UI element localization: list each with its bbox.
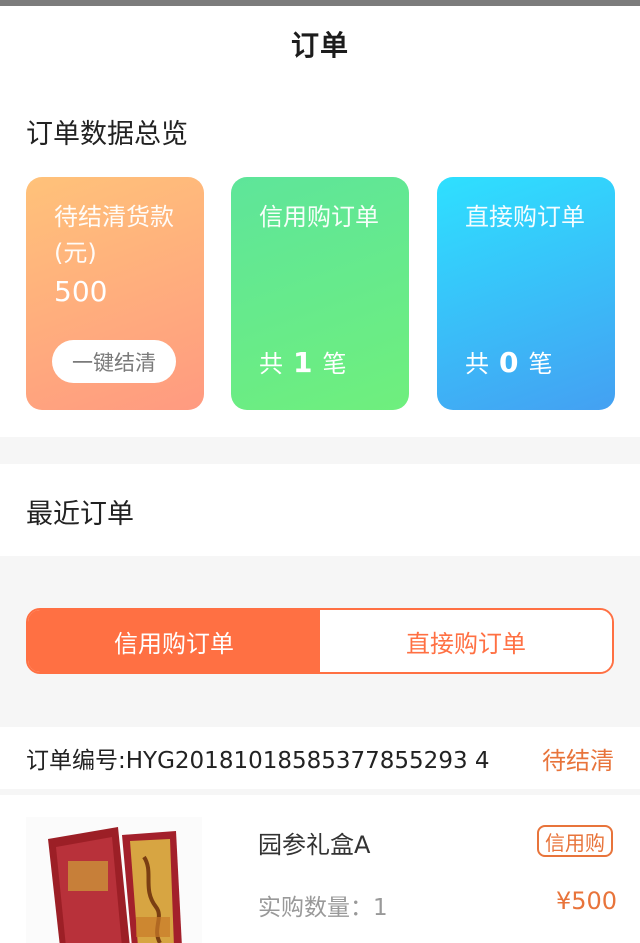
count-suffix: 笔	[322, 350, 347, 378]
top-bar: 订单	[0, 6, 640, 82]
order-overview-section: 订单数据总览 待结清货款 (元) 500 一键结清 信用购订单 共 1 笔 直接…	[0, 82, 640, 437]
direct-orders-count: 0	[499, 346, 519, 379]
credit-orders-count-row: 共 1 笔	[259, 344, 346, 379]
direct-orders-card[interactable]: 直接购订单 共 0 笔	[437, 177, 615, 410]
settle-all-button[interactable]: 一键结清	[52, 340, 176, 383]
recent-orders-header: 最近订单	[0, 464, 640, 556]
count-suffix: 笔	[528, 350, 553, 378]
order-type-tabs: 信用购订单 直接购订单	[26, 608, 614, 674]
order-item[interactable]: 园参礼盒A 信用购 实购数量：1 ¥500	[0, 795, 640, 943]
count-prefix: 共	[465, 350, 489, 378]
page-title: 订单	[290, 29, 349, 62]
tab-direct-orders[interactable]: 直接购订单	[320, 610, 612, 672]
credit-purchase-badge: 信用购	[537, 825, 613, 857]
overview-title: 订单数据总览	[26, 119, 188, 150]
pending-payment-unit: (元)	[54, 239, 97, 267]
direct-orders-count-row: 共 0 笔	[465, 344, 552, 379]
quantity-label: 实购数量：	[258, 895, 373, 921]
direct-orders-label: 直接购订单	[465, 203, 585, 231]
order-number-label: 订单编号:	[26, 748, 126, 774]
quantity-value: 1	[373, 895, 388, 921]
credit-orders-card[interactable]: 信用购订单 共 1 笔	[231, 177, 409, 410]
product-image	[26, 817, 202, 943]
product-name: 园参礼盒A	[258, 831, 371, 859]
credit-orders-count: 1	[293, 346, 313, 379]
credit-orders-label: 信用购订单	[259, 203, 379, 231]
recent-orders-title: 最近订单	[26, 499, 134, 530]
quantity-row: 实购数量：1	[258, 888, 388, 922]
tab-credit-orders[interactable]: 信用购订单	[28, 610, 320, 672]
order-number: 订单编号:HYG20181018585377855293 4	[26, 741, 490, 775]
pending-payment-amount: 500	[54, 275, 108, 308]
order-status: 待结清	[542, 746, 614, 775]
count-prefix: 共	[259, 350, 283, 378]
order-header-row[interactable]: 订单编号:HYG20181018585377855293 4 待结清	[0, 727, 640, 789]
product-price: ¥500	[556, 887, 618, 915]
pending-payment-card[interactable]: 待结清货款 (元) 500 一键结清	[26, 177, 204, 410]
pending-payment-label: 待结清货款	[54, 203, 174, 231]
order-number-value: HYG20181018585377855293 4	[125, 748, 490, 774]
